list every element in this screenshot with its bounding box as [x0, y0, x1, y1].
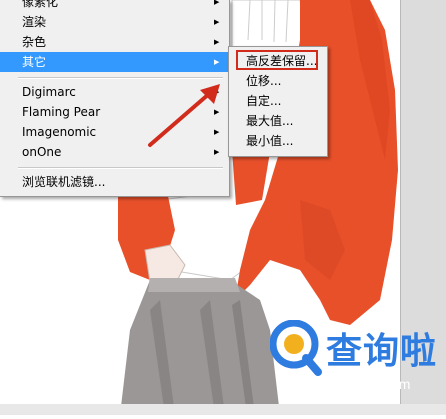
watermark-text: 查询啦: [326, 331, 438, 372]
chaxunla-logo-icon: [270, 320, 322, 376]
watermark: 查询啦 chaxunla.com: [270, 318, 446, 400]
watermark-url: chaxunla.com: [324, 376, 411, 392]
